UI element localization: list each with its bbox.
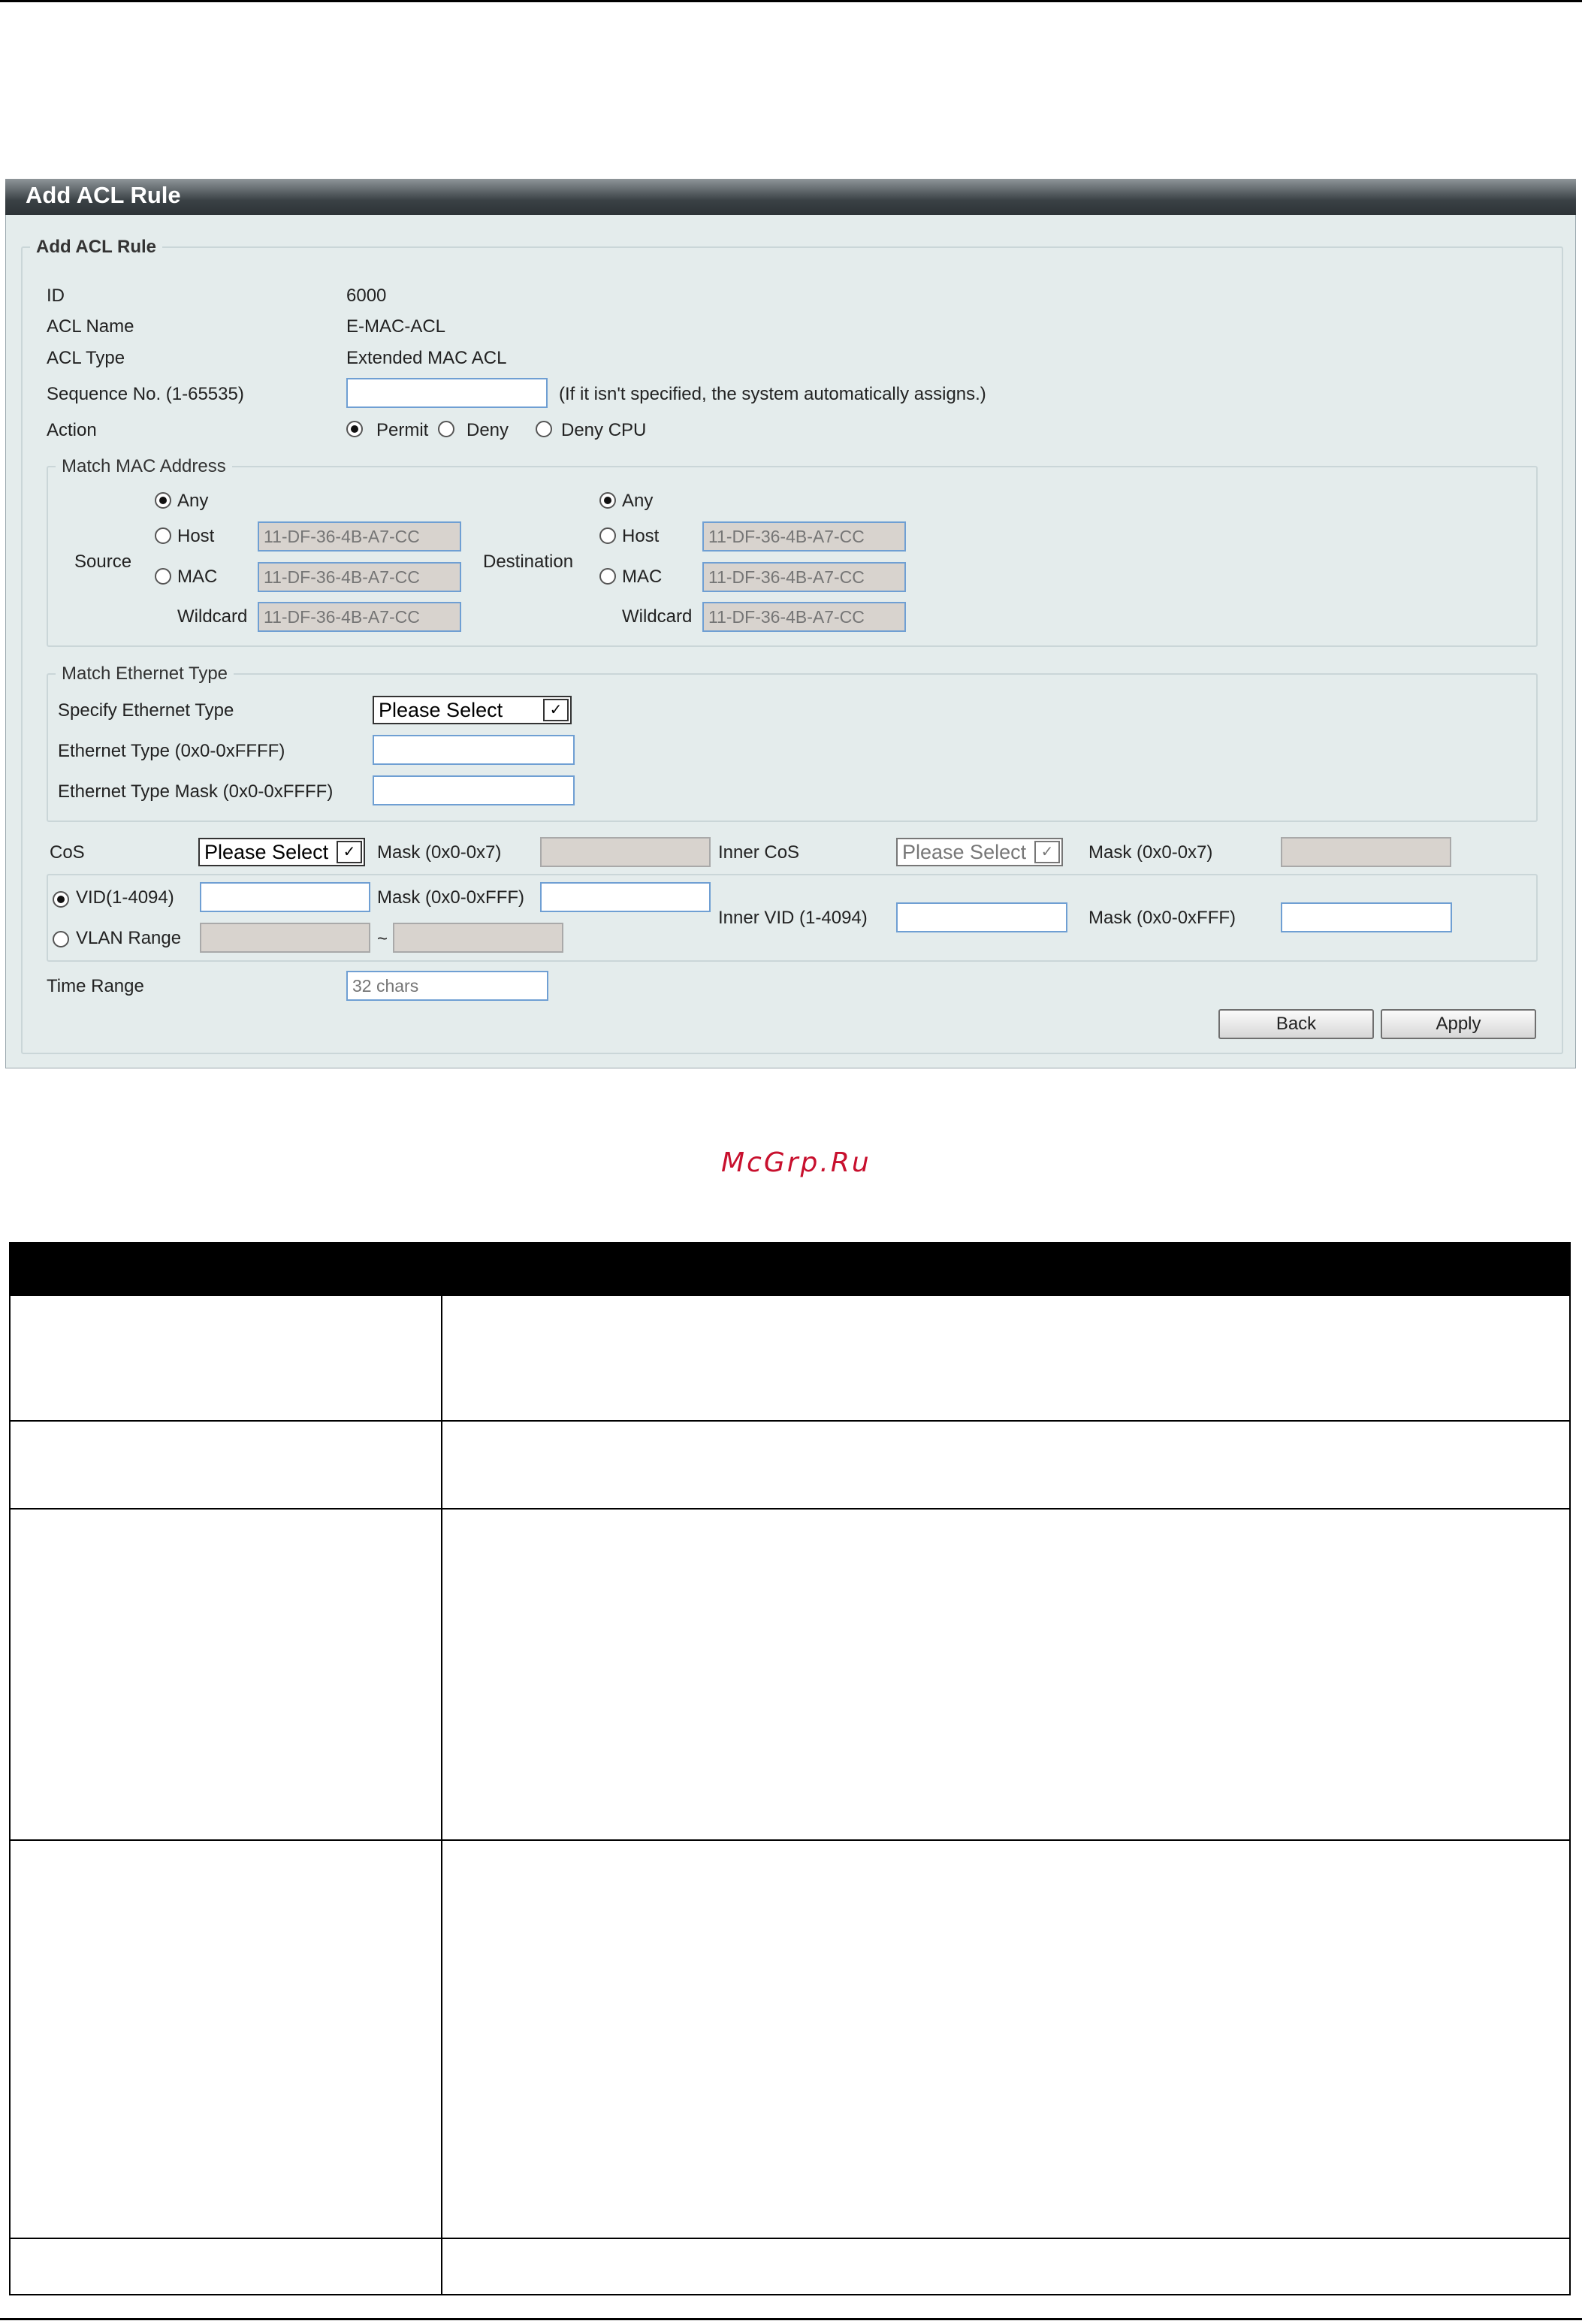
cos-label: CoS bbox=[50, 842, 85, 863]
specify-ethernet-type-label: Specify Ethernet Type bbox=[58, 700, 234, 721]
inner-vid-label: Inner VID (1-4094) bbox=[718, 908, 868, 928]
vlan-range-end-input[interactable] bbox=[393, 923, 563, 953]
source-wildcard-input[interactable] bbox=[258, 602, 461, 632]
source-host-input[interactable] bbox=[258, 521, 461, 552]
action-deny-radio[interactable] bbox=[438, 421, 454, 437]
watermark-text: McGrp.Ru bbox=[721, 1147, 871, 1178]
cos-select[interactable]: Please Select ✓ bbox=[198, 838, 365, 866]
destination-any-radio[interactable] bbox=[599, 492, 616, 509]
back-button[interactable]: Back bbox=[1218, 1009, 1374, 1039]
id-label: ID bbox=[47, 286, 65, 306]
cos-mask-label: Mask (0x0-0x7) bbox=[377, 842, 502, 863]
vid-label: VID(1-4094) bbox=[76, 887, 174, 908]
ethernet-type-label: Ethernet Type (0x0-0xFFFF) bbox=[58, 741, 285, 761]
action-label: Action bbox=[47, 420, 97, 440]
source-mac-radio[interactable] bbox=[155, 568, 171, 585]
table-row-divider bbox=[9, 1839, 1571, 1841]
source-mac-label: MAC bbox=[177, 567, 218, 587]
action-deny-label: Deny bbox=[466, 420, 509, 440]
table-left-border bbox=[9, 1296, 11, 2295]
match-ethernet-legend: Match Ethernet Type bbox=[62, 663, 228, 684]
table-row-divider bbox=[9, 2238, 1571, 2239]
source-any-radio[interactable] bbox=[155, 492, 171, 509]
source-mac-input[interactable] bbox=[258, 562, 461, 592]
apply-button[interactable]: Apply bbox=[1381, 1009, 1536, 1039]
top-rule bbox=[0, 0, 1582, 2]
table-row-divider bbox=[9, 1420, 1571, 1422]
ethernet-type-mask-input[interactable] bbox=[373, 775, 575, 805]
fieldset-title: Add ACL Rule bbox=[36, 237, 156, 257]
id-value: 6000 bbox=[346, 286, 387, 306]
vlan-range-radio[interactable] bbox=[53, 931, 69, 947]
source-wildcard-label: Wildcard bbox=[177, 606, 248, 627]
vid-input[interactable] bbox=[200, 882, 370, 912]
vid-radio[interactable] bbox=[53, 891, 69, 908]
destination-wildcard-input[interactable] bbox=[702, 602, 906, 632]
chevron-down-icon: ✓ bbox=[543, 699, 569, 721]
source-host-radio[interactable] bbox=[155, 527, 171, 544]
destination-host-radio[interactable] bbox=[599, 527, 616, 544]
table-row-divider bbox=[9, 1508, 1571, 1510]
specify-ethernet-type-value: Please Select bbox=[379, 699, 503, 721]
acl-type-value: Extended MAC ACL bbox=[346, 348, 507, 368]
vlan-range-label: VLAN Range bbox=[76, 928, 182, 948]
vlan-range-start-input[interactable] bbox=[200, 923, 370, 953]
source-label: Source bbox=[74, 552, 132, 572]
ethernet-type-mask-label: Ethernet Type Mask (0x0-0xFFFF) bbox=[58, 781, 334, 802]
specify-ethernet-type-select[interactable]: Please Select ✓ bbox=[373, 696, 572, 724]
cos-select-value: Please Select bbox=[204, 841, 329, 863]
sequence-hint: (If it isn't specified, the system autom… bbox=[559, 384, 986, 404]
destination-mac-radio[interactable] bbox=[599, 568, 616, 585]
time-range-input[interactable] bbox=[346, 971, 548, 1001]
vid-mask-input[interactable] bbox=[540, 882, 711, 912]
action-permit-radio[interactable] bbox=[346, 421, 363, 437]
action-radio-group: Permit Deny Deny CPU bbox=[346, 420, 669, 443]
match-mac-legend: Match MAC Address bbox=[62, 456, 226, 476]
destination-mac-label: MAC bbox=[622, 567, 663, 587]
destination-host-label: Host bbox=[622, 526, 660, 546]
inner-vid-input[interactable] bbox=[896, 902, 1067, 932]
action-permit-label: Permit bbox=[376, 420, 429, 440]
source-any-label: Any bbox=[177, 491, 209, 511]
vid-mask-label: Mask (0x0-0xFFF) bbox=[377, 887, 525, 908]
destination-mac-input[interactable] bbox=[702, 562, 906, 592]
bottom-rule bbox=[0, 2318, 1582, 2320]
destination-any-label: Any bbox=[622, 491, 654, 511]
inner-vid-mask-label: Mask (0x0-0xFFF) bbox=[1088, 908, 1236, 928]
source-host-label: Host bbox=[177, 526, 215, 546]
destination-wildcard-label: Wildcard bbox=[622, 606, 693, 627]
chevron-down-icon: ✓ bbox=[1034, 841, 1060, 863]
inner-cos-select[interactable]: Please Select ✓ bbox=[896, 838, 1063, 866]
action-deny-cpu-radio[interactable] bbox=[536, 421, 552, 437]
acl-name-label: ACL Name bbox=[47, 316, 134, 337]
ethernet-type-input[interactable] bbox=[373, 735, 575, 765]
chevron-down-icon: ✓ bbox=[337, 841, 362, 863]
table-right-border bbox=[1569, 1296, 1571, 2295]
inner-vid-mask-input[interactable] bbox=[1281, 902, 1452, 932]
time-range-label: Time Range bbox=[47, 976, 144, 996]
table-header bbox=[9, 1242, 1571, 1296]
inner-cos-mask-label: Mask (0x0-0x7) bbox=[1088, 842, 1213, 863]
inner-cos-mask-input[interactable] bbox=[1281, 837, 1451, 867]
sequence-label: Sequence No. (1-65535) bbox=[47, 384, 244, 404]
table-bottom-border bbox=[9, 2294, 1571, 2295]
inner-cos-select-value: Please Select bbox=[902, 841, 1027, 863]
acl-name-value: E-MAC-ACL bbox=[346, 316, 446, 337]
action-deny-cpu-label: Deny CPU bbox=[561, 420, 647, 440]
inner-cos-label: Inner CoS bbox=[718, 842, 800, 863]
sequence-input[interactable] bbox=[346, 378, 548, 408]
vlan-range-separator: ~ bbox=[377, 929, 388, 949]
destination-label: Destination bbox=[483, 552, 574, 572]
panel-title: Add ACL Rule bbox=[5, 179, 1576, 215]
table-column-divider bbox=[441, 1296, 442, 2295]
acl-type-label: ACL Type bbox=[47, 348, 125, 368]
cos-mask-input[interactable] bbox=[540, 837, 711, 867]
destination-host-input[interactable] bbox=[702, 521, 906, 552]
